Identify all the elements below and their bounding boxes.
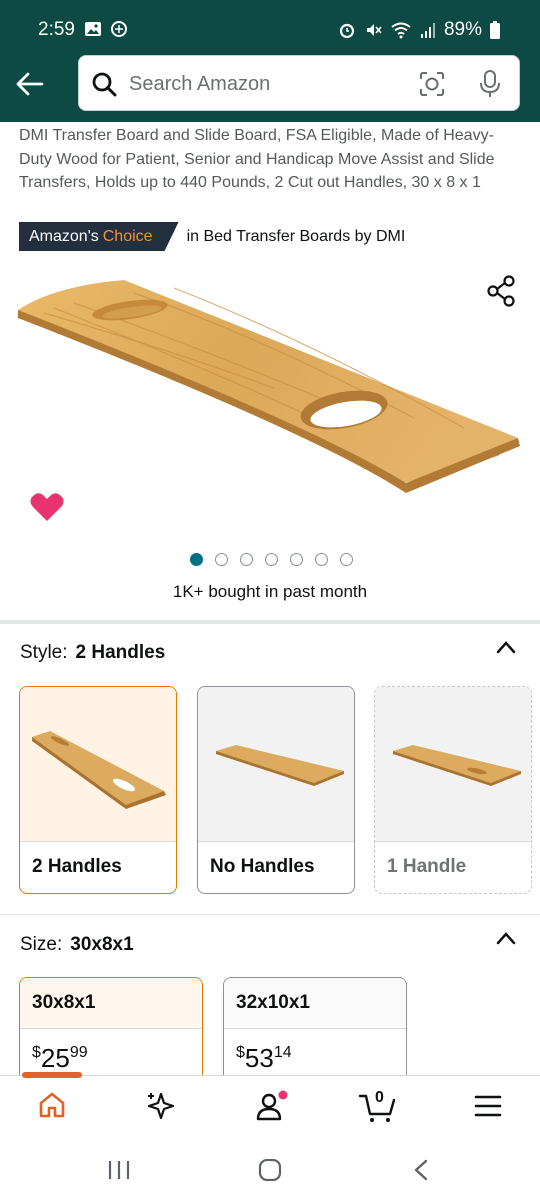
style-option-1-handle[interactable]: 1 Handle: [374, 686, 532, 894]
style-section-label: Style: 2 Handles: [20, 642, 165, 664]
badge-category[interactable]: in Bed Transfer Boards by DMI: [187, 228, 406, 246]
image-carousel-dots[interactable]: [190, 553, 353, 566]
divider: [0, 914, 540, 915]
carousel-dot[interactable]: [340, 553, 353, 566]
menu-icon[interactable]: [474, 1094, 502, 1118]
search-bar[interactable]: Search Amazon: [78, 55, 520, 111]
share-icon[interactable]: [486, 275, 516, 307]
search-input[interactable]: Search Amazon: [129, 73, 270, 96]
product-title[interactable]: DMI Transfer Board and Slide Board, FSA …: [19, 124, 524, 195]
carousel-dot[interactable]: [215, 553, 228, 566]
price-fraction: 14: [273, 1044, 292, 1061]
back-button-icon[interactable]: [412, 1159, 430, 1181]
gallery-icon: [85, 22, 101, 36]
wifi-icon: [391, 22, 411, 39]
carousel-dot[interactable]: [290, 553, 303, 566]
alarm-icon: [339, 23, 355, 39]
size-option-label: 32x10x1: [224, 978, 406, 1029]
price-fraction: 99: [69, 1044, 88, 1061]
account-icon[interactable]: [254, 1090, 288, 1124]
back-arrow-icon[interactable]: [14, 70, 46, 98]
bought-past-month: 1K+ bought in past month: [172, 582, 368, 601]
status-bar: 2:59 89%: [0, 0, 540, 54]
chevron-up-icon[interactable]: [496, 640, 516, 654]
battery-percent: 89%: [443, 19, 482, 40]
style-selected-value: 2 Handles: [75, 642, 166, 663]
style-option-no-handles[interactable]: No Handles: [197, 686, 355, 894]
carousel-dot[interactable]: [265, 553, 278, 566]
style-option-label: 1 Handle: [387, 856, 467, 877]
top-header: Search Amazon: [0, 54, 540, 122]
home-button-icon[interactable]: [258, 1159, 282, 1181]
system-navigation-bar: [0, 1137, 540, 1200]
style-option-label: No Handles: [210, 856, 315, 877]
amazons-choice-row[interactable]: Amazon's Choice in Bed Transfer Boards b…: [19, 222, 405, 251]
badge-text-main: Amazon's: [29, 227, 99, 245]
option-image: [393, 745, 521, 786]
size-label: Size:: [20, 934, 63, 955]
signal-icon: [420, 23, 435, 38]
carousel-dot[interactable]: [190, 553, 203, 566]
status-time: 2:59: [38, 19, 75, 40]
style-option-label: 2 Handles: [32, 856, 122, 877]
chevron-up-icon[interactable]: [496, 931, 516, 945]
active-tab-indicator: [22, 1072, 82, 1078]
carousel-dot[interactable]: [315, 553, 328, 566]
option-image: [32, 731, 166, 809]
search-icon: [92, 72, 117, 97]
microphone-icon[interactable]: [479, 70, 501, 98]
style-label: Style:: [20, 642, 68, 663]
home-icon[interactable]: [37, 1090, 67, 1120]
heart-icon[interactable]: [30, 492, 64, 522]
bottom-navigation: 0: [0, 1072, 540, 1137]
battery-icon: [490, 21, 500, 39]
badge-text-choice: Choice: [102, 227, 153, 245]
price-currency: $: [32, 1044, 41, 1061]
amazons-choice-badge[interactable]: Amazon's Choice: [19, 222, 179, 251]
price-whole: 53: [244, 1043, 274, 1073]
carousel-dot[interactable]: [240, 553, 253, 566]
camera-lens-icon[interactable]: [419, 71, 445, 97]
cart-button[interactable]: 0: [358, 1089, 398, 1124]
recent-apps-icon[interactable]: [107, 1159, 131, 1181]
sparkle-icon[interactable]: [145, 1090, 177, 1122]
sync-icon: [111, 21, 127, 37]
option-image: [216, 745, 344, 786]
size-selected-value: 30x8x1: [70, 934, 134, 955]
divider: [0, 620, 540, 624]
size-section-label: Size: 30x8x1: [20, 934, 134, 956]
product-image[interactable]: [14, 268, 526, 518]
price-currency: $: [236, 1044, 245, 1061]
size-option-label: 30x8x1: [20, 978, 202, 1029]
style-option-2-handles[interactable]: 2 Handles: [19, 686, 177, 894]
price-whole: 25: [40, 1043, 70, 1073]
mute-icon: [366, 24, 382, 36]
cart-count: 0: [375, 1089, 384, 1106]
